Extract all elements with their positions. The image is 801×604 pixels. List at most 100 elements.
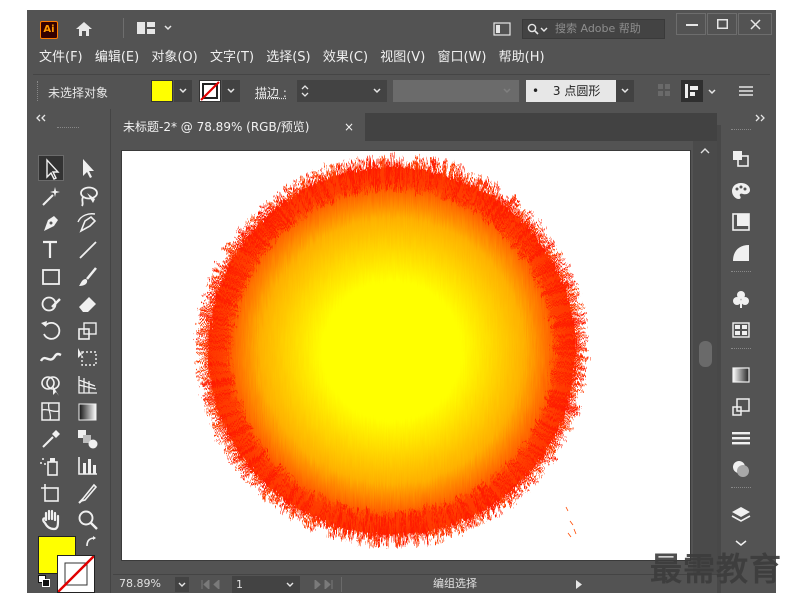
lasso-icon [80,186,98,207]
default-fill-stroke-icon[interactable] [38,575,50,587]
zoom-dropdown-button[interactable] [175,577,189,592]
vertical-scrollbar[interactable] [693,141,717,574]
line-segment-tool[interactable] [75,237,101,263]
document-tab-title: 未标题-2* @ 78.89% (RGB/预览) [123,120,310,134]
type-tool[interactable] [38,237,64,263]
gradient-panel-icon[interactable] [729,363,753,387]
variable-width-profile[interactable] [393,80,519,102]
eraser-tool[interactable] [75,291,101,317]
direct-selection-tool[interactable] [75,155,101,181]
close-window-button[interactable] [738,13,772,35]
scale-tool[interactable] [75,318,101,344]
workspace-layout-icon[interactable] [137,22,155,34]
fill-dropdown-button[interactable] [174,80,192,102]
stroke-none-swatch[interactable] [199,80,221,102]
shape-builder-tool[interactable] [38,372,64,398]
free-transform-tool[interactable] [75,345,101,371]
fill-color-swatch[interactable] [151,80,173,102]
menu-file[interactable]: 文件(F) [39,46,83,70]
chevron-down-icon[interactable] [373,87,381,95]
zoom-level-field[interactable]: 78.89% [119,575,161,593]
color-guide-palette-icon[interactable] [729,179,753,203]
rectangle-tool[interactable] [38,264,64,290]
pen-tool[interactable] [38,210,64,236]
hand-tool[interactable] [38,507,64,533]
search-placeholder: 搜索 Adobe 帮助 [555,22,641,35]
scroll-up-icon[interactable] [700,148,710,154]
search-input[interactable]: 搜索 Adobe 帮助 [522,19,665,39]
menu-effect[interactable]: 效果(C) [323,46,368,70]
lasso-tool[interactable] [75,183,101,209]
control-grip[interactable] [37,81,39,101]
status-bar: 78.89% 1 编组选择 [113,574,717,593]
column-graph-tool[interactable] [75,453,101,479]
panel-grip[interactable] [57,127,79,130]
close-document-button[interactable]: × [344,113,354,141]
rotate-tool[interactable] [38,318,64,344]
chevron-down-icon[interactable] [708,88,716,96]
transparency-panel-icon[interactable] [729,241,753,265]
menu-edit[interactable]: 编辑(E) [95,46,139,70]
stroke-swatch-large[interactable] [57,555,95,593]
artboard[interactable] [121,150,691,561]
symbols-club-icon[interactable] [729,287,753,311]
first-previous-artboard-icons[interactable] [201,580,221,589]
menu-view[interactable]: 视图(V) [380,46,425,70]
pathfinder-panel-icon[interactable] [729,457,753,481]
swap-fill-stroke-icon[interactable] [84,535,98,549]
zoom-tool[interactable] [75,507,101,533]
minimize-button[interactable] [676,13,706,35]
dock-grip[interactable] [731,271,751,272]
align-panel-icon[interactable] [729,426,753,450]
collapse-dock-icon[interactable] [754,114,766,122]
libraries-stack-icon[interactable] [729,502,753,526]
perspective-grid-tool[interactable] [75,372,101,398]
brush-dropdown-button[interactable] [616,80,634,102]
layers-panel-icon[interactable] [729,147,753,171]
chevron-down-icon[interactable] [164,24,172,32]
align-options-button[interactable] [681,80,703,102]
mesh-tool[interactable] [38,399,64,425]
artboard-number-field[interactable]: 1 [232,576,300,593]
menu-window[interactable]: 窗口(W) [437,46,486,70]
stroke-weight-field[interactable] [297,80,387,102]
document-tab[interactable]: 未标题-2* @ 78.89% (RGB/预览) × [113,113,365,141]
collapse-panel-icon[interactable] [35,114,47,122]
slice-tool[interactable] [75,480,101,506]
home-icon[interactable] [75,21,93,37]
control-bar: 未选择对象 描边 : • 3 点圆形 [33,74,770,108]
gradient-tool[interactable] [75,399,101,425]
arrange-documents-icon[interactable] [493,22,511,36]
curvature-tool[interactable] [75,210,101,236]
panel-menu-icon[interactable] [739,85,753,97]
menu-help[interactable]: 帮助(H) [499,46,545,70]
fuzzy-sun-circle[interactable] [122,151,691,561]
artboards-panel-icon[interactable] [729,210,753,234]
search-options-chevron-icon[interactable] [540,26,548,34]
vertical-scroll-thumb[interactable] [699,341,712,367]
dock-grip[interactable] [731,129,751,130]
status-menu-arrow-icon[interactable] [576,580,582,589]
next-last-artboard-icons[interactable] [313,580,333,589]
width-tool[interactable] [38,345,64,371]
stroke-label[interactable]: 描边 : [255,84,287,101]
symbol-sprayer-tool[interactable] [38,453,64,479]
transform-panel-icon[interactable] [729,395,753,419]
menu-object[interactable]: 对象(O) [151,46,197,70]
paintbrush-tool[interactable] [75,264,101,290]
maximize-button[interactable] [707,13,737,35]
canvas-area[interactable] [113,141,717,574]
selection-tool[interactable] [38,155,64,181]
dock-grip[interactable] [731,487,751,488]
blend-tool[interactable] [75,426,101,452]
menu-type[interactable]: 文字(T) [210,46,254,70]
shaper-tool[interactable] [38,291,64,317]
eyedropper-tool[interactable] [38,426,64,452]
menu-select[interactable]: 选择(S) [266,46,310,70]
magic-wand-tool[interactable] [38,183,64,209]
swatches-grid-icon[interactable] [729,318,753,342]
dock-grip[interactable] [731,348,751,349]
stepper-icon[interactable] [301,84,309,98]
artboard-tool[interactable] [38,480,64,506]
stroke-dropdown-button[interactable] [222,80,240,102]
